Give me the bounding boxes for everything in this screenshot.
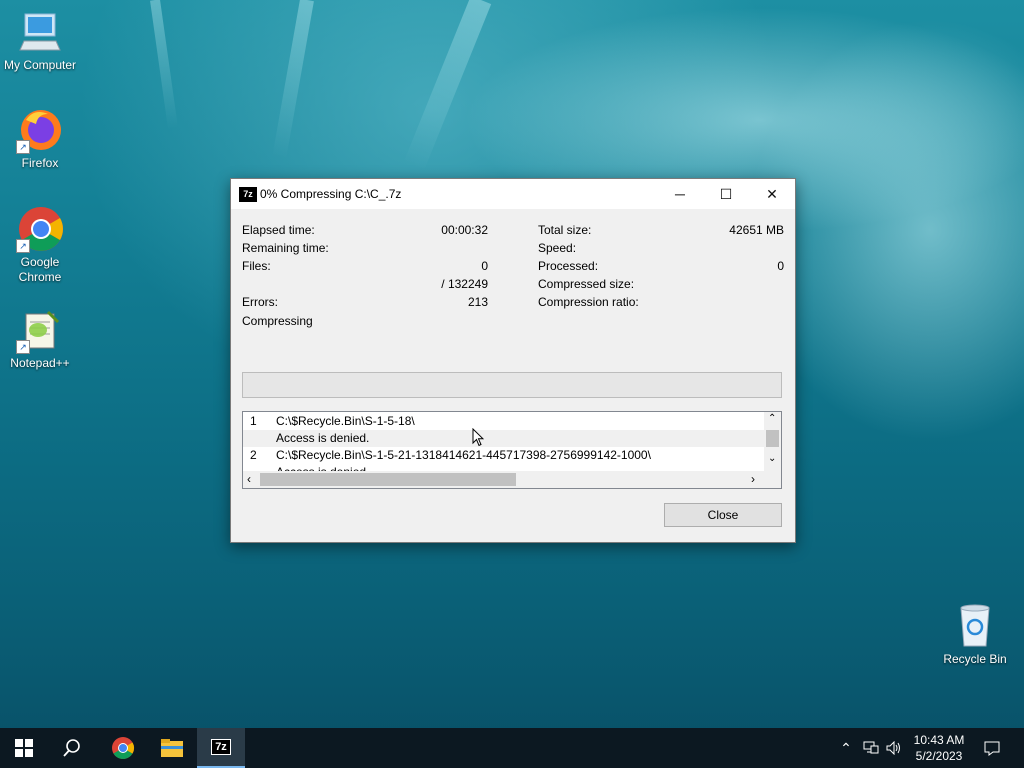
- start-icon: [15, 739, 33, 757]
- maximize-button[interactable]: ☐: [703, 179, 749, 209]
- light-ray: [403, 0, 492, 172]
- desktop-icon-notepadpp[interactable]: ↗ Notepad++: [0, 306, 80, 370]
- log-row-text: C:\$Recycle.Bin\S-1-5-18\: [276, 414, 415, 428]
- show-hidden-icons-icon[interactable]: ⌃: [836, 728, 856, 768]
- vertical-scroll-thumb[interactable]: [766, 430, 779, 447]
- 7zip-icon: 7z: [211, 739, 231, 755]
- remaining-time-label: Remaining time:: [242, 241, 329, 255]
- desktop-icon-label: Firefox: [21, 156, 59, 170]
- desktop-icon-recycle-bin[interactable]: Recycle Bin: [935, 602, 1015, 666]
- compressed-size-label: Compressed size:: [538, 277, 635, 291]
- progress-bar: [242, 372, 782, 398]
- mouse-cursor-icon: [472, 428, 484, 447]
- error-log-list[interactable]: 1 C:\$Recycle.Bin\S-1-5-18\ Access is de…: [242, 411, 782, 489]
- list-item[interactable]: 2 C:\$Recycle.Bin\S-1-5-21-1318414621-44…: [243, 447, 764, 464]
- search-icon: [63, 739, 80, 757]
- files-label: Files:: [242, 259, 271, 273]
- desktop-icon-label: My Computer: [3, 58, 77, 72]
- scroll-right-icon[interactable]: ›: [751, 472, 755, 486]
- processed-label: Processed:: [538, 259, 599, 273]
- desktop-icon-label: Notepad++: [10, 356, 70, 370]
- firefox-icon: ↗: [16, 106, 64, 154]
- clock[interactable]: 10:43 AM 5/2/2023: [907, 728, 971, 768]
- light-ray: [272, 0, 314, 159]
- notepadpp-icon: ↗: [16, 306, 64, 354]
- total-size-value: 42651 MB: [729, 223, 784, 237]
- light-ray: [150, 0, 179, 130]
- scroll-down-icon[interactable]: ⌄: [768, 453, 776, 464]
- status-text: Compressing: [242, 314, 313, 328]
- log-row-text: Access is denied.: [276, 431, 370, 445]
- total-size-label: Total size:: [538, 223, 592, 237]
- desktop-icon-label: Google Chrome: [18, 255, 62, 284]
- horizontal-scrollbar[interactable]: ‹ ›: [243, 471, 781, 488]
- desktop-icon-firefox[interactable]: ↗ Firefox: [0, 106, 80, 170]
- elapsed-time-value: 00:00:32: [441, 223, 488, 237]
- clock-time: 10:43 AM: [913, 733, 965, 747]
- scroll-up-icon[interactable]: ⌃: [768, 413, 776, 424]
- desktop-icon-label: Recycle Bin: [943, 652, 1007, 666]
- computer-icon: [16, 8, 64, 56]
- desktop-icon-my-computer[interactable]: My Computer: [0, 8, 80, 72]
- recycle-bin-icon: [951, 602, 999, 650]
- shortcut-arrow-icon: ↗: [16, 239, 30, 253]
- minimize-button[interactable]: ─: [657, 179, 703, 209]
- log-row-number: 2: [250, 448, 257, 462]
- elapsed-time-label: Elapsed time:: [242, 223, 315, 237]
- start-button[interactable]: [0, 728, 48, 768]
- files-total-value: / 132249: [441, 277, 488, 291]
- chrome-icon: [112, 737, 134, 759]
- processed-value: 0: [777, 259, 784, 273]
- speed-label: Speed:: [538, 241, 577, 255]
- list-item[interactable]: 1 C:\$Recycle.Bin\S-1-5-18\: [243, 413, 764, 430]
- taskbar-7zip[interactable]: 7z: [197, 728, 245, 768]
- notifications-icon[interactable]: [976, 728, 1008, 768]
- taskbar-chrome[interactable]: [99, 728, 147, 768]
- vertical-scrollbar[interactable]: ⌃ ⌄: [764, 412, 781, 471]
- errors-value: 213: [467, 295, 488, 309]
- dialog-title: 0% Compressing C:\C_.7z: [260, 187, 402, 201]
- chrome-icon: ↗: [16, 205, 64, 253]
- compress-progress-dialog: 7z 0% Compressing C:\C_.7z ─ ☐ ✕ Elapsed…: [230, 178, 796, 543]
- list-item[interactable]: Access is denied.: [243, 430, 764, 447]
- scroll-left-icon[interactable]: ‹: [247, 472, 251, 486]
- desktop-icon-google-chrome[interactable]: ↗ Google Chrome: [0, 205, 80, 285]
- clock-date: 5/2/2023: [915, 749, 963, 763]
- files-value: 0: [481, 259, 488, 273]
- shortcut-arrow-icon: ↗: [16, 340, 30, 354]
- shortcut-arrow-icon: ↗: [16, 140, 30, 154]
- file-explorer-icon: [161, 739, 183, 757]
- volume-icon[interactable]: [883, 728, 905, 768]
- log-row-number: 1: [250, 414, 257, 428]
- search-button[interactable]: [48, 728, 96, 768]
- errors-label: Errors:: [242, 295, 278, 309]
- 7zip-app-icon: 7z: [239, 187, 257, 202]
- compression-ratio-label: Compression ratio:: [538, 295, 639, 309]
- taskbar-file-explorer[interactable]: [148, 728, 196, 768]
- taskbar: 7z ⌃ 10:43 AM 5/2/2023: [0, 728, 1024, 768]
- close-window-button[interactable]: ✕: [749, 179, 795, 209]
- close-button[interactable]: Close: [664, 503, 782, 527]
- title-bar[interactable]: 7z 0% Compressing C:\C_.7z ─ ☐ ✕: [231, 179, 795, 209]
- log-row-text: C:\$Recycle.Bin\S-1-5-21-1318414621-4457…: [276, 448, 651, 462]
- network-icon[interactable]: [860, 728, 882, 768]
- horizontal-scroll-thumb[interactable]: [260, 473, 516, 486]
